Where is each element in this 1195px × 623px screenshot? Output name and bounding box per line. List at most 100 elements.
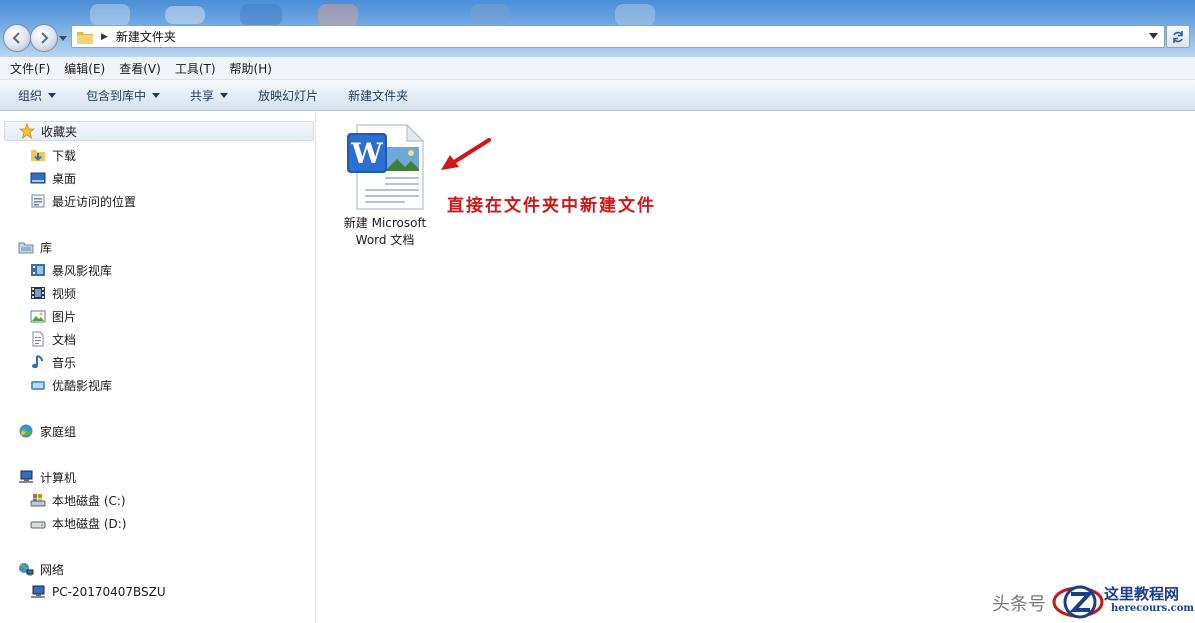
sidebar-item-desktop[interactable]: 桌面 — [30, 168, 76, 188]
sidebar-item-youku-library[interactable]: 优酷影视库 — [30, 375, 112, 395]
chevron-down-icon — [220, 92, 229, 98]
sidebar-label: 家庭组 — [40, 424, 77, 439]
refresh-icon — [1173, 30, 1183, 43]
back-button[interactable] — [3, 24, 31, 52]
desktop-icon — [30, 172, 46, 184]
sidebar-label: 桌面 — [52, 171, 77, 186]
recent-pages-dropdown[interactable] — [59, 34, 67, 42]
sidebar-label: 视频 — [52, 286, 77, 301]
breadcrumb-chevron-icon[interactable]: ▶ — [101, 32, 108, 42]
site-name: 这里教程网 — [1104, 585, 1180, 603]
film-library-icon — [31, 264, 45, 276]
share-button[interactable]: 共享 — [160, 87, 229, 104]
menu-bar: 文件(F) 编辑(E) 查看(V) 工具(T) 帮助(H) — [0, 57, 1195, 80]
file-list: W 新建 Microsoft Word 文档 直接在文件夹中新建文件 — [317, 111, 1195, 623]
word-document-icon: W — [347, 123, 425, 210]
refresh-button[interactable] — [1166, 25, 1190, 48]
slideshow-label: 放映幻灯片 — [258, 88, 319, 103]
address-bar[interactable]: ▶ 新建文件夹 — [71, 25, 1165, 48]
sidebar-item-libraries[interactable]: 库 — [18, 237, 52, 257]
sidebar-item-network-pc[interactable]: PC-20170407BSZU — [30, 582, 166, 602]
computer-icon — [19, 470, 33, 483]
sidebar-label: 本地磁盘 (C:) — [52, 493, 126, 508]
file-name-line-2: Word 文档 — [355, 233, 415, 247]
document-icon — [32, 331, 44, 347]
chevron-down-icon[interactable] — [1149, 33, 1158, 40]
sidebar-item-favorites[interactable]: 收藏夹 — [4, 121, 314, 141]
sidebar-label: 下载 — [52, 148, 77, 163]
sidebar-item-music[interactable]: 音乐 — [30, 352, 76, 372]
share-label: 共享 — [190, 88, 215, 103]
video-icon — [31, 287, 45, 299]
sidebar-label: PC-20170407BSZU — [52, 585, 166, 599]
menu-tools[interactable]: 工具(T) — [169, 60, 224, 77]
file-name-line-1: 新建 Microsoft — [343, 216, 427, 230]
recent-places-icon — [31, 194, 45, 208]
downloads-folder-icon — [31, 150, 45, 161]
system-drive-icon — [30, 494, 46, 507]
new-folder-button[interactable]: 新建文件夹 — [318, 87, 408, 104]
library-icon — [18, 242, 34, 254]
svg-text:W: W — [350, 137, 383, 170]
menu-view[interactable]: 查看(V) — [113, 60, 169, 77]
arrow-right-icon — [41, 32, 49, 44]
sidebar-item-computer[interactable]: 计算机 — [18, 467, 76, 487]
organize-button[interactable]: 组织 — [0, 87, 57, 104]
site-url: herecours.com — [1111, 603, 1195, 614]
sidebar-label: 网络 — [40, 562, 65, 577]
menu-help[interactable]: 帮助(H) — [224, 60, 280, 77]
youku-library-icon — [31, 381, 45, 390]
background-decoration — [90, 4, 130, 26]
title-bar: ▶ 新建文件夹 — [0, 0, 1195, 57]
sidebar-label: 文档 — [52, 332, 77, 347]
sidebar-label: 音乐 — [52, 355, 77, 370]
background-decoration — [240, 4, 282, 26]
homegroup-icon — [19, 424, 33, 438]
sidebar-item-videos[interactable]: 视频 — [30, 283, 76, 303]
red-arrow-annotation-icon — [441, 138, 491, 170]
sidebar-item-pictures[interactable]: 图片 — [30, 306, 76, 326]
sidebar-item-homegroup[interactable]: 家庭组 — [18, 421, 76, 441]
new-folder-label: 新建文件夹 — [348, 88, 409, 103]
folder-icon — [77, 31, 93, 44]
sidebar-item-documents[interactable]: 文档 — [30, 329, 76, 349]
menu-edit[interactable]: 编辑(E) — [58, 60, 113, 77]
sidebar-label: 计算机 — [40, 470, 77, 485]
sidebar-item-network[interactable]: 网络 — [18, 559, 64, 579]
include-in-library-label: 包含到库中 — [86, 88, 147, 103]
command-bar: 组织 包含到库中 共享 放映幻灯片 新建文件夹 — [0, 80, 1195, 111]
sidebar-item-recent-places[interactable]: 最近访问的位置 — [30, 191, 136, 211]
file-item-word-document[interactable]: W 新建 Microsoft Word 文档 — [339, 123, 431, 249]
arrow-left-icon — [12, 32, 20, 44]
organize-label: 组织 — [18, 88, 43, 103]
toutiao-watermark: 头条号 — [992, 594, 1046, 615]
chevron-down-icon — [48, 92, 57, 98]
sidebar-label: 图片 — [52, 309, 77, 324]
sidebar-item-downloads[interactable]: 下载 — [30, 145, 76, 165]
sidebar-item-drive-d[interactable]: 本地磁盘 (D:) — [30, 513, 126, 533]
sidebar-item-drive-c[interactable]: 本地磁盘 (C:) — [30, 490, 126, 510]
file-name: 新建 Microsoft Word 文档 — [339, 215, 431, 249]
background-decoration — [165, 6, 205, 24]
computer-icon — [31, 585, 45, 598]
annotation-text: 直接在文件夹中新建文件 — [447, 196, 656, 216]
network-icon — [19, 563, 34, 576]
music-note-icon — [32, 355, 43, 369]
breadcrumb-current-folder[interactable]: 新建文件夹 — [116, 28, 176, 45]
background-decoration — [318, 4, 358, 26]
star-icon — [19, 123, 35, 139]
background-decoration — [615, 4, 655, 26]
sidebar-item-baofeng-library[interactable]: 暴风影视库 — [30, 260, 112, 280]
slideshow-button[interactable]: 放映幻灯片 — [228, 87, 318, 104]
sidebar-label: 收藏夹 — [41, 124, 78, 139]
include-in-library-button[interactable]: 包含到库中 — [56, 87, 161, 104]
sidebar-label: 最近访问的位置 — [52, 194, 137, 209]
picture-icon — [30, 310, 46, 323]
forward-button[interactable] — [30, 24, 58, 52]
sidebar-label: 优酷影视库 — [52, 378, 113, 393]
sidebar-label: 本地磁盘 (D:) — [52, 516, 127, 531]
hard-drive-icon — [30, 521, 46, 529]
navigation-pane: 收藏夹 下载 桌面 最近访问的位置 库 暴风影视库 视频 图片 文档 音乐 优酷… — [0, 111, 316, 623]
menu-file[interactable]: 文件(F) — [0, 60, 58, 77]
sidebar-label: 库 — [40, 240, 53, 255]
